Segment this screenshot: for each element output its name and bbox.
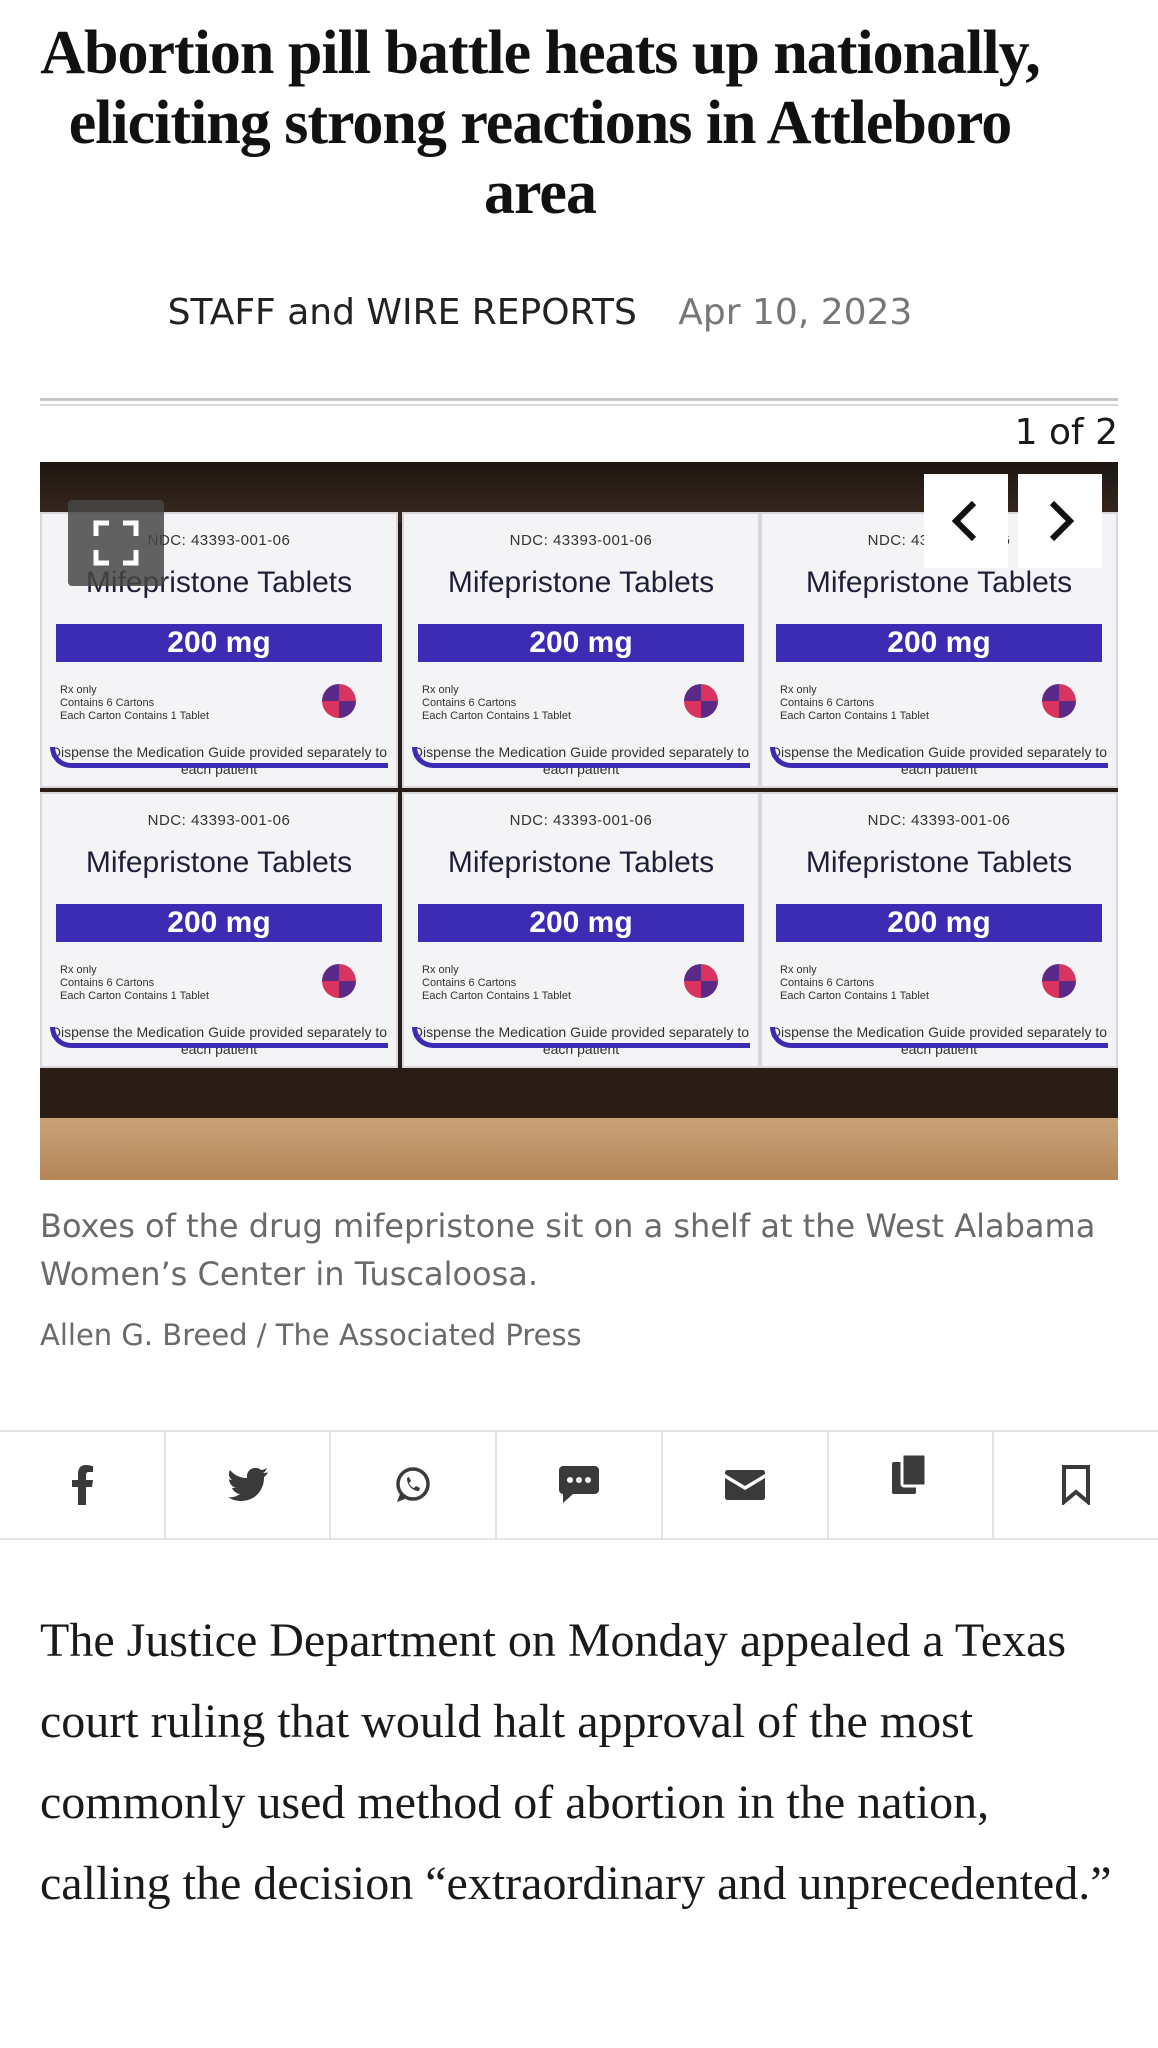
box-dose: 200 mg: [56, 624, 382, 662]
box-dose: 200 mg: [418, 624, 744, 662]
photo-caption: Boxes of the drug mifepristone sit on a …: [40, 1207, 1096, 1293]
box-swoosh: [50, 1027, 388, 1048]
box-name: Mifepristone Tablets: [447, 566, 715, 599]
photo-credit: Allen G. Breed / The Associated Press: [40, 1318, 582, 1352]
genbiopro-logo-icon: [322, 964, 356, 998]
article-headline: Abortion pill battle heats up nationally…: [40, 19, 1040, 227]
box-dose: 200 mg: [418, 904, 744, 942]
share-whatsapp-button[interactable]: [331, 1432, 498, 1538]
box-ndc: NDC: 43393-001-06: [147, 812, 291, 829]
box-swoosh: [770, 747, 1108, 768]
twitter-icon: [227, 1468, 268, 1501]
box-rx: Rx only Contains 6 Cartons Each Carton Con…: [60, 684, 209, 722]
email-icon: [724, 1470, 765, 1500]
chevron-left-icon: [951, 500, 977, 542]
box-ndc: NDC: 43393-001-06: [509, 532, 653, 549]
photo-medicine-box: NDC: 43393-001-06 Mifepristone Tablets 200…: [760, 792, 1118, 1068]
genbiopro-logo-icon: [322, 684, 356, 718]
author[interactable]: STAFF and WIRE REPORTS: [168, 292, 637, 333]
box-ndc: NDC: 43393-001-06: [867, 812, 1011, 829]
box-ndc: NDC: 43393-001-06: [509, 812, 653, 829]
photo-medicine-box: NDC: 43393-001-06 Mifepristone Tablets 200…: [402, 792, 760, 1068]
genbiopro-logo-icon: [684, 964, 718, 998]
fullscreen-button[interactable]: [68, 500, 164, 586]
genbiopro-logo-icon: [1042, 964, 1076, 998]
publish-date: Apr 10, 2023: [678, 292, 913, 333]
box-name: Mifepristone Tablets: [447, 846, 715, 879]
copy-link-icon: [892, 1454, 928, 1494]
sms-icon: [559, 1466, 600, 1503]
photo-medicine-box: NDC: 43393-001-06 Mifepristone Tablets 200…: [402, 512, 760, 788]
gallery-prev-button[interactable]: [924, 474, 1008, 568]
share-sms-button[interactable]: [497, 1432, 663, 1538]
gallery-counter: 1 of 2: [1014, 412, 1118, 453]
gallery-photo[interactable]: NDC: 43393-001-06 Mifepristone Tablets 200…: [40, 462, 1118, 1180]
box-rx: Rx only Contains 6 Cartons Each Carton Con…: [780, 684, 929, 722]
bookmark-button[interactable]: [994, 1432, 1158, 1538]
box-dose: 200 mg: [776, 904, 1102, 942]
share-email-button[interactable]: [663, 1432, 829, 1538]
article-paragraph: The Justice Department on Monday appeale…: [40, 1614, 1112, 1910]
share-bar: [0, 1430, 1158, 1540]
box-rx: Rx only Contains 6 Cartons Each Carton Con…: [422, 964, 571, 1002]
box-name: Mifepristone Tablets: [805, 566, 1073, 599]
box-swoosh: [412, 1027, 750, 1048]
byline: STAFF and WIRE REPORTS Apr 10, 2023: [0, 292, 1080, 333]
divider: [40, 398, 1118, 401]
photo-medicine-box: NDC: 43393-001-06 Mifepristone Tablets 200…: [40, 792, 398, 1068]
genbiopro-logo-icon: [684, 684, 718, 718]
box-swoosh: [50, 747, 388, 768]
box-name: Mifepristone Tablets: [805, 846, 1073, 879]
copy-link-button[interactable]: [829, 1432, 995, 1538]
box-rx: Rx only Contains 6 Cartons Each Carton Con…: [60, 964, 209, 1002]
box-swoosh: [770, 1027, 1108, 1048]
chevron-right-icon: [1049, 500, 1075, 542]
box-dose: 200 mg: [776, 624, 1102, 662]
box-name: Mifepristone Tablets: [85, 846, 353, 879]
whatsapp-icon: [396, 1467, 431, 1502]
bookmark-icon: [1062, 1465, 1091, 1505]
photo-shelf: [40, 1118, 1118, 1180]
share-facebook-button[interactable]: [0, 1432, 166, 1538]
box-swoosh: [412, 747, 750, 768]
box-dose: 200 mg: [56, 904, 382, 942]
gallery-next-button[interactable]: [1018, 474, 1102, 568]
box-rx: Rx only Contains 6 Cartons Each Carton Con…: [422, 684, 571, 722]
share-twitter-button[interactable]: [166, 1432, 332, 1538]
facebook-icon: [71, 1465, 93, 1505]
divider: [40, 404, 1118, 406]
box-rx: Rx only Contains 6 Cartons Each Carton Con…: [780, 964, 929, 1002]
fullscreen-icon: [93, 520, 139, 566]
genbiopro-logo-icon: [1042, 684, 1076, 718]
